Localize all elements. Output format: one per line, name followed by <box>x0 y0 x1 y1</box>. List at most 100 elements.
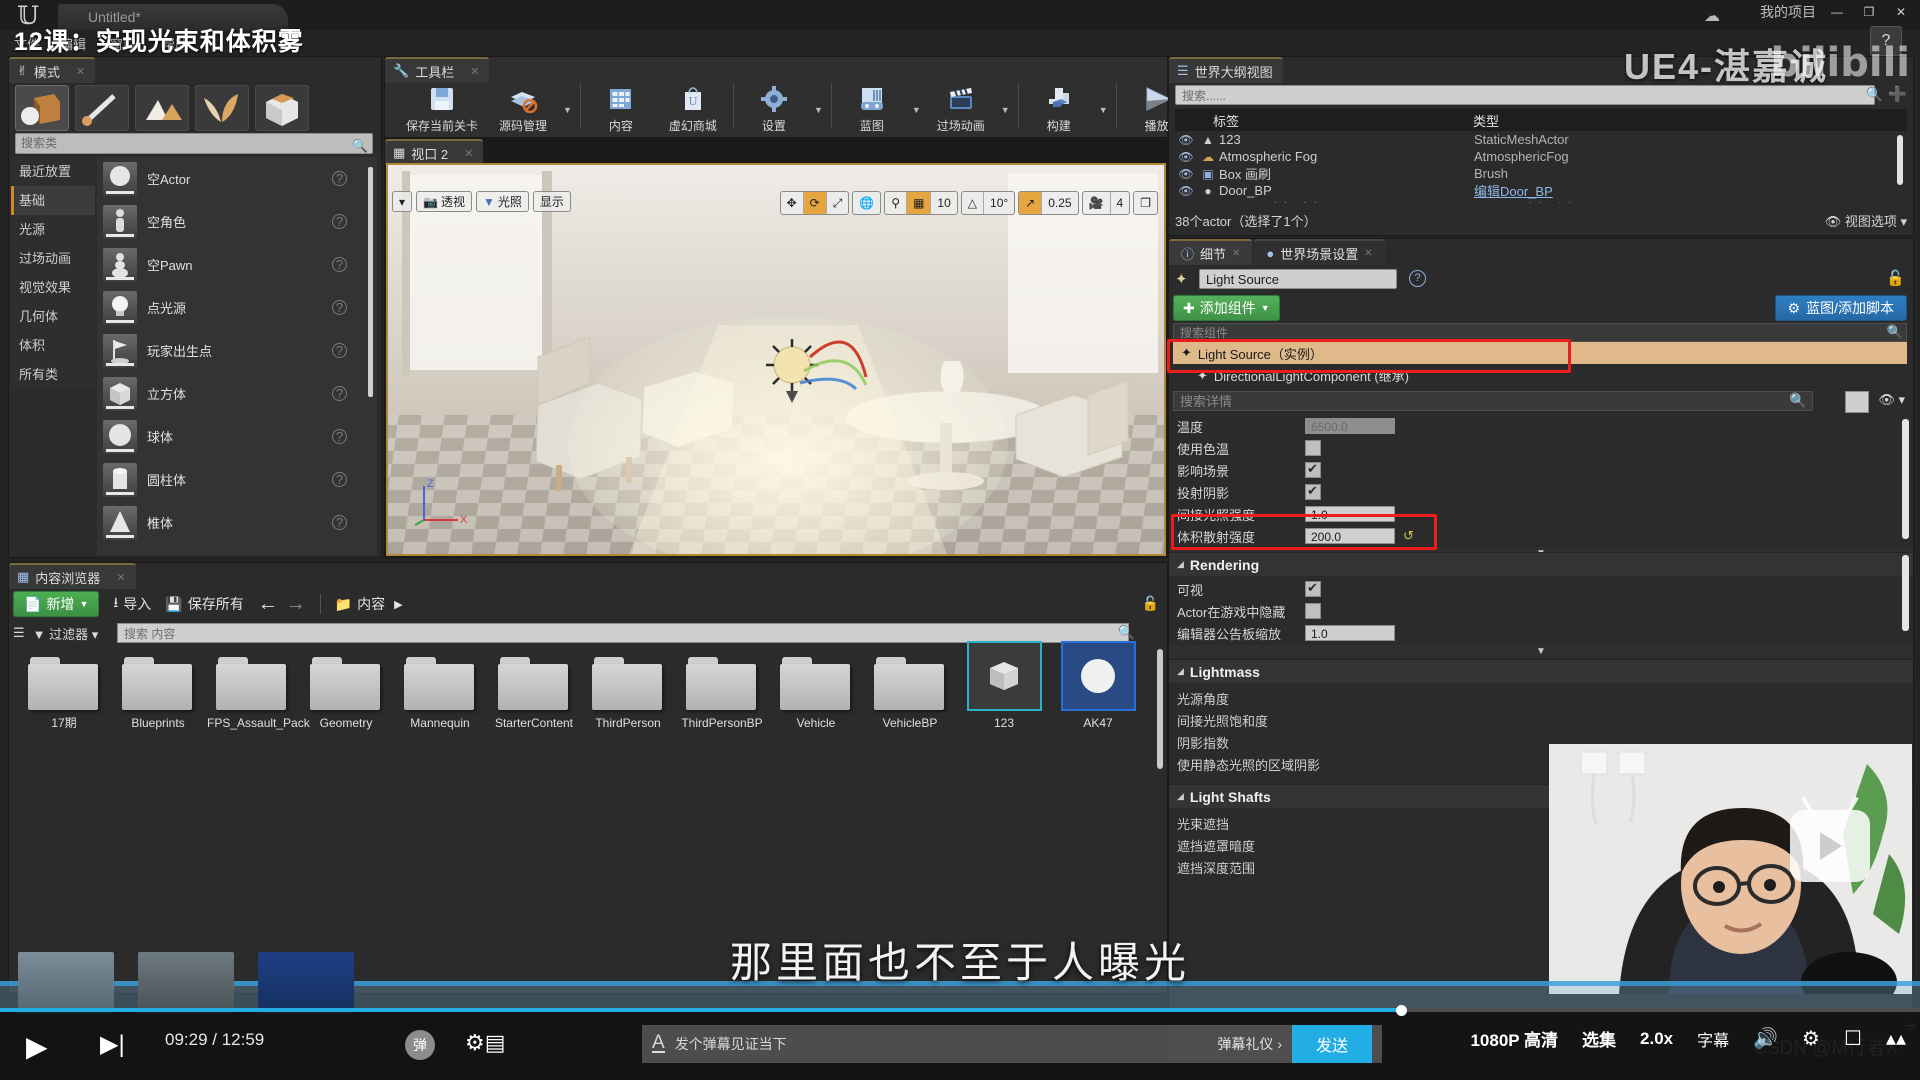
viewport-render-area[interactable]: ▾ 📷 透视 ▼ 光照 显示 ✥ ⟳ ⤢ 🌐 ⚲ ▦ 10 △ 10° ↗ 0.… <box>386 163 1166 556</box>
help-icon[interactable]: ? <box>332 300 347 315</box>
indirect-intensity-input[interactable]: 1.0 <box>1305 506 1395 522</box>
pip-icon[interactable]: ☐ <box>1844 1026 1862 1051</box>
outliner-tab[interactable]: ☰ 世界大纲视图 <box>1169 57 1283 83</box>
play-button[interactable]: ▶ <box>26 1030 48 1063</box>
chevron-down-icon[interactable]: ▼ <box>810 105 827 115</box>
viewport-options-button[interactable]: ▾ <box>392 191 413 212</box>
tab-details[interactable]: ⓘ 细节 ✕ <box>1169 239 1253 265</box>
cast-shadows-checkbox[interactable] <box>1305 483 1321 500</box>
blueprint-script-button[interactable]: ⚙ 蓝图/添加脚本 <box>1774 295 1907 321</box>
preview-thumbnail[interactable] <box>18 952 114 1014</box>
visibility-eye-icon[interactable]: 👁 <box>1175 150 1197 164</box>
close-icon[interactable]: ✕ <box>464 147 473 160</box>
geometry-edit-mode-icon[interactable] <box>255 85 309 131</box>
list-item[interactable]: 玩家出生点 ? <box>97 329 377 372</box>
table-row[interactable]: 👁 ● Door_BP 编辑Door_BP <box>1175 182 1907 199</box>
cinematics-button[interactable]: 过场动画 <box>925 83 997 134</box>
viewport-show-button[interactable]: 显示 <box>532 191 571 212</box>
category-vfx[interactable]: 视觉效果 <box>11 273 95 302</box>
source-control-button[interactable]: 源码管理 <box>487 83 559 134</box>
close-icon[interactable]: ✕ <box>76 65 85 78</box>
back-arrow-icon[interactable]: ← <box>258 593 278 616</box>
chevron-down-icon[interactable]: ▼ <box>908 105 925 115</box>
grid-snap-value[interactable]: 10 <box>931 192 956 214</box>
paint-mode-icon[interactable] <box>75 85 129 131</box>
marketplace-button[interactable]: U 虚幻商城 <box>657 83 729 134</box>
visibility-eye-icon[interactable]: 👁 <box>1175 184 1197 198</box>
danmaku-input-bar[interactable]: A 发个弹幕见证当下 弹幕礼仪 › 发送 <box>642 1025 1382 1063</box>
lock-icon[interactable]: 🔓 <box>1142 595 1159 612</box>
filters-button[interactable]: ▼ 过滤器 ▾ <box>33 624 99 643</box>
rotate-tool[interactable]: ⟳ <box>803 192 827 214</box>
list-item[interactable]: 点光源 ? <box>97 286 377 329</box>
visibility-eye-icon[interactable]: 👁 <box>1175 133 1197 147</box>
asset-item[interactable]: ThirdPerson <box>581 649 675 730</box>
minimize-button[interactable]: — <box>1826 3 1848 21</box>
modes-tab[interactable]: ✌ 模式 ✕ <box>9 57 96 83</box>
foliage-mode-icon[interactable] <box>195 85 249 131</box>
add-component-button[interactable]: ✚ 添加组件 ▼ <box>1173 295 1280 321</box>
content-browser-scrollbar[interactable] <box>1157 649 1163 769</box>
category-volumes[interactable]: 体积 <box>11 331 95 360</box>
component-row-directional-light[interactable]: ✦ DirectionalLightComponent (继承) <box>1197 366 1409 385</box>
sources-panel-icon[interactable]: ☰ <box>13 625 25 641</box>
asset-item[interactable]: ThirdPersonBP <box>675 649 769 730</box>
visibility-eye-icon[interactable]: 👁 <box>1175 201 1197 204</box>
surface-snap-icon[interactable]: ⚲ <box>885 192 908 214</box>
danmaku-etiquette-link[interactable]: 弹幕礼仪 › <box>1217 1034 1282 1054</box>
details-grid-view-button[interactable] <box>1845 391 1869 413</box>
search-icon[interactable]: 🔍 <box>1789 392 1806 409</box>
search-icon[interactable]: 🔍 <box>1866 86 1883 103</box>
blueprint-button[interactable]: 蓝图 <box>836 83 908 134</box>
episodes-button[interactable]: 选集 <box>1582 1026 1616 1051</box>
content-search-input[interactable]: 搜索 内容 <box>117 623 1129 643</box>
component-row-light-source[interactable]: ✦ Light Source（实例） <box>1173 342 1907 364</box>
visibility-eye-icon[interactable]: 👁 <box>1175 167 1197 181</box>
asset-item[interactable]: Mannequin <box>393 649 487 730</box>
category-lights[interactable]: 光源 <box>11 215 95 244</box>
subtitle-off-icon[interactable]: 字幕 <box>1697 1027 1729 1051</box>
asset-item[interactable]: StarterContent <box>487 649 581 730</box>
scale-snap-value[interactable]: 0.25 <box>1042 192 1077 214</box>
details-scrollbar-bottom[interactable] <box>1902 555 1909 631</box>
build-button[interactable]: 构建 <box>1023 83 1095 134</box>
save-all-button[interactable]: 💾 保存所有 <box>165 594 243 614</box>
list-item[interactable]: 空Pawn ? <box>97 243 377 286</box>
table-row[interactable]: 👁 ▣ Box 画刷 Brush <box>1175 165 1907 182</box>
actor-hidden-checkbox[interactable] <box>1305 603 1321 619</box>
danmaku-settings-icon[interactable]: ⚙▤ <box>465 1030 506 1056</box>
table-row[interactable]: 👁 ▲ 123 StaticMeshActor <box>1175 131 1907 148</box>
scale-snap-icon[interactable]: ↗ <box>1019 192 1043 214</box>
forward-arrow-icon[interactable]: → <box>286 593 306 616</box>
place-mode-icon[interactable] <box>15 85 69 131</box>
chevron-down-icon[interactable]: ▼ <box>997 105 1014 115</box>
add-actor-icon[interactable]: ➕ <box>1888 85 1907 103</box>
danmaku-toggle-icon[interactable]: 弹 <box>405 1030 435 1060</box>
help-icon[interactable]: ? <box>332 214 347 229</box>
actor-name-input[interactable]: Light Source <box>1199 269 1397 289</box>
chevron-down-icon[interactable]: ▼ <box>559 105 576 115</box>
table-row[interactable]: 👁 ☁ Atmospheric Fog AtmosphericFog <box>1175 148 1907 165</box>
details-scrollbar-top[interactable] <box>1902 419 1909 539</box>
landscape-mode-icon[interactable] <box>135 85 189 131</box>
asset-item[interactable]: FPS_Assault_Pack <box>205 649 310 730</box>
search-icon[interactable]: 🔍 <box>1118 624 1135 641</box>
help-icon[interactable]: ? <box>332 257 347 272</box>
category-all[interactable]: 所有类 <box>11 360 95 389</box>
modes-scrollbar[interactable] <box>368 167 373 397</box>
chevron-down-icon[interactable]: ▼ <box>1095 105 1112 115</box>
asset-item[interactable]: AK47 <box>1051 641 1145 730</box>
gear-icon[interactable]: ⚙ <box>1802 1026 1820 1051</box>
preview-thumbnail[interactable] <box>138 952 234 1014</box>
modes-search-input[interactable]: 搜索类 🔍 <box>15 133 373 154</box>
details-search-input[interactable]: 搜索详情 <box>1173 391 1813 411</box>
grid-snap-icon[interactable]: ▦ <box>907 192 932 214</box>
content-browser-tab[interactable]: ▦ 内容浏览器 ✕ <box>9 563 136 589</box>
volume-icon[interactable]: 🔊 <box>1753 1026 1778 1051</box>
viewport-perspective-button[interactable]: 📷 透视 <box>416 191 472 212</box>
viewport-tab[interactable]: ▦ 视口 2 ✕ <box>385 139 484 165</box>
help-icon[interactable]: ? <box>332 386 347 401</box>
quality-selector[interactable]: 1080P 高清 <box>1470 1026 1558 1051</box>
close-icon[interactable]: ✕ <box>116 571 125 584</box>
help-icon[interactable]: ? <box>332 515 347 530</box>
